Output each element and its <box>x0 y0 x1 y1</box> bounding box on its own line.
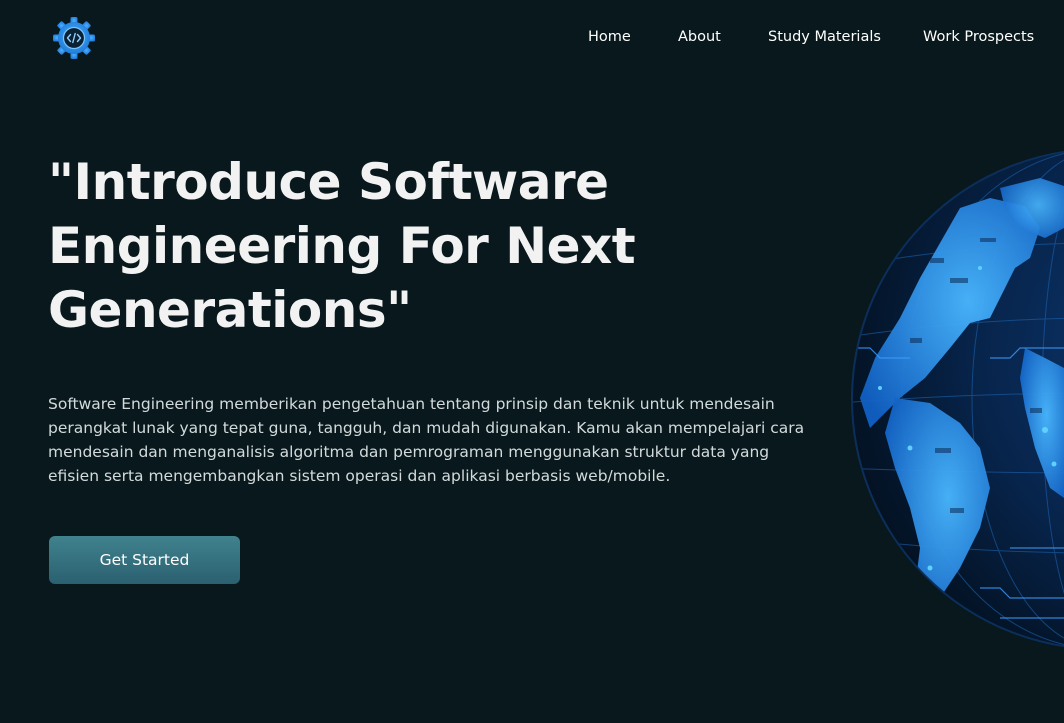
hero-description: Software Engineering memberikan pengetah… <box>48 395 805 485</box>
nav-study-materials-link[interactable]: Study Materials <box>768 29 881 45</box>
hero-title-line-2: Engineering For Next <box>48 217 636 275</box>
nav-work-prospects-link[interactable]: Work Prospects <box>923 29 1034 45</box>
get-started-button[interactable]: Get Started <box>49 536 240 584</box>
digital-globe-illustration <box>851 149 1064 649</box>
hero-title-line-1: "Introduce Software <box>48 153 609 211</box>
hero-title: "Introduce Software Engineering For Next… <box>48 150 688 342</box>
main-nav: Home About Study Materials Work Prospect… <box>0 29 1064 49</box>
nav-about-link[interactable]: About <box>678 29 721 45</box>
nav-home-link[interactable]: Home <box>588 29 631 45</box>
hero-title-line-3: Generations" <box>48 281 412 339</box>
landing-page: Home About Study Materials Work Prospect… <box>0 0 1064 723</box>
